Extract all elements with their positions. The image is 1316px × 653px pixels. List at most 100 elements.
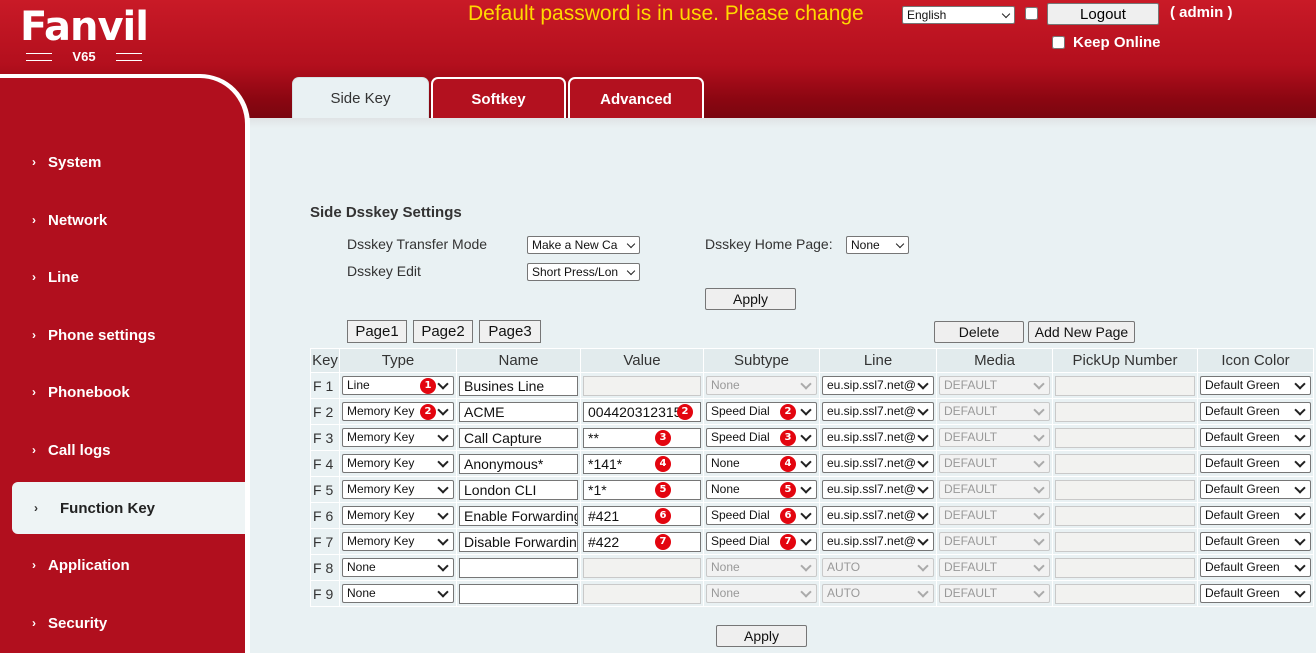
tab-softkey[interactable]: Softkey — [431, 77, 566, 118]
subtype-select[interactable]: Speed Dial — [706, 506, 817, 525]
sidebar-item-system[interactable]: › System — [0, 136, 245, 188]
pickup-input[interactable] — [1055, 375, 1195, 396]
media-select[interactable]: DEFAULT — [939, 428, 1050, 447]
dsskey-table: Key Type Name Value Subtype Line Media P… — [310, 348, 1314, 607]
top-checkbox[interactable] — [1025, 7, 1038, 20]
name-input[interactable]: London CLI — [459, 479, 578, 500]
line-select[interactable]: AUTO — [822, 558, 934, 577]
sidebar-item-network[interactable]: › Network — [0, 194, 245, 246]
name-input[interactable]: ACME — [459, 401, 578, 422]
line-select[interactable]: eu.sip.ssl7.net@ — [822, 428, 934, 447]
value-input[interactable] — [583, 557, 701, 578]
subtype-select[interactable]: Speed Dial — [706, 428, 817, 447]
value-input[interactable]: #421 — [583, 505, 701, 526]
pickup-input[interactable] — [1055, 453, 1195, 474]
apply-settings-button[interactable]: Apply — [705, 288, 796, 310]
page1-button[interactable]: Page1 — [347, 320, 407, 343]
line-select[interactable]: eu.sip.ssl7.net@ — [822, 454, 934, 473]
type-select[interactable]: Memory Key — [342, 480, 454, 499]
delete-page-button[interactable]: Delete — [934, 321, 1024, 343]
line-select[interactable]: eu.sip.ssl7.net@ — [822, 532, 934, 551]
type-select[interactable]: Memory Key — [342, 532, 454, 551]
line-select[interactable]: eu.sip.ssl7.net@ — [822, 506, 934, 525]
keep-online-checkbox[interactable] — [1052, 36, 1065, 49]
icon-color-select[interactable]: Default Green — [1200, 558, 1311, 577]
type-select[interactable]: Memory Key — [342, 454, 454, 473]
pickup-input[interactable] — [1055, 401, 1195, 422]
type-select[interactable]: Line — [342, 376, 454, 395]
name-input[interactable]: Enable Forwarding — [459, 505, 578, 526]
value-input[interactable]: #422 — [583, 531, 701, 552]
icon-color-select[interactable]: Default Green — [1200, 480, 1311, 499]
value-input[interactable] — [583, 375, 701, 396]
sidebar-item-function-key[interactable]: › Function Key — [12, 482, 245, 534]
type-select[interactable]: Memory Key — [342, 402, 454, 421]
line-select[interactable]: eu.sip.ssl7.net@ — [822, 402, 934, 421]
type-cell: None — [339, 554, 457, 581]
icon-color-select[interactable]: Default Green — [1200, 376, 1311, 395]
name-input[interactable] — [459, 583, 578, 604]
logout-button[interactable]: Logout — [1047, 3, 1159, 25]
media-select[interactable]: DEFAULT — [939, 584, 1050, 603]
type-select[interactable]: None — [342, 584, 454, 603]
subtype-select[interactable]: None — [706, 454, 817, 473]
subtype-select[interactable]: None — [706, 558, 817, 577]
name-input[interactable]: Disable Forwarding — [459, 531, 578, 552]
media-select[interactable]: DEFAULT — [939, 454, 1050, 473]
icon-color-select[interactable]: Default Green — [1200, 428, 1311, 447]
type-select[interactable]: None — [342, 558, 454, 577]
media-select[interactable]: DEFAULT — [939, 480, 1050, 499]
media-select[interactable]: DEFAULT — [939, 558, 1050, 577]
type-select[interactable]: Memory Key — [342, 506, 454, 525]
pickup-input[interactable] — [1055, 531, 1195, 552]
sidebar-item-call-logs[interactable]: › Call logs — [0, 424, 245, 476]
pickup-input[interactable] — [1055, 557, 1195, 578]
icon-color-select[interactable]: Default Green — [1200, 506, 1311, 525]
line-select[interactable]: AUTO — [822, 584, 934, 603]
line-select[interactable]: eu.sip.ssl7.net@ — [822, 480, 934, 499]
apply-table-button[interactable]: Apply — [716, 625, 807, 647]
sidebar-item-phone-settings[interactable]: › Phone settings — [0, 309, 245, 361]
media-select[interactable]: DEFAULT — [939, 506, 1050, 525]
name-input[interactable]: Call Capture — [459, 427, 578, 448]
tab-side-key[interactable]: Side Key — [292, 77, 429, 118]
media-select[interactable]: DEFAULT — [939, 402, 1050, 421]
sidebar-item-security[interactable]: › Security — [0, 597, 245, 649]
sidebar-item-line[interactable]: › Line — [0, 251, 245, 303]
subtype-select[interactable]: Speed Dial — [706, 402, 817, 421]
name-input[interactable] — [459, 557, 578, 578]
pickup-input[interactable] — [1055, 479, 1195, 500]
name-input[interactable]: Busines Line — [459, 375, 578, 396]
language-select[interactable]: English — [902, 6, 1015, 24]
value-input[interactable] — [583, 583, 701, 604]
sidebar-item-phonebook[interactable]: › Phonebook — [0, 366, 245, 418]
home-page-select[interactable]: None — [846, 236, 909, 254]
page3-button[interactable]: Page3 — [479, 320, 541, 343]
keep-online[interactable]: Keep Online — [1052, 34, 1161, 51]
icon-color-select[interactable]: Default Green — [1200, 532, 1311, 551]
dsskey-edit-select[interactable]: Short Press/Lon — [527, 263, 640, 281]
name-input[interactable]: Anonymous* — [459, 453, 578, 474]
sidebar-item-application[interactable]: › Application — [0, 539, 245, 591]
pickup-input[interactable] — [1055, 583, 1195, 604]
value-input[interactable]: ** — [583, 427, 701, 448]
value-input[interactable]: *1* — [583, 479, 701, 500]
pickup-input[interactable] — [1055, 505, 1195, 526]
tab-advanced[interactable]: Advanced — [568, 77, 704, 118]
subtype-select[interactable]: Speed Dial — [706, 532, 817, 551]
line-select[interactable]: eu.sip.ssl7.net@ — [822, 376, 934, 395]
subtype-select[interactable]: None — [706, 480, 817, 499]
subtype-select[interactable]: None — [706, 376, 817, 395]
media-select[interactable]: DEFAULT — [939, 532, 1050, 551]
add-new-page-button[interactable]: Add New Page — [1028, 321, 1135, 343]
transfer-mode-select[interactable]: Make a New Ca — [527, 236, 640, 254]
value-input[interactable]: *141* — [583, 453, 701, 474]
icon-color-select[interactable]: Default Green — [1200, 584, 1311, 603]
icon-color-select[interactable]: Default Green — [1200, 454, 1311, 473]
pickup-input[interactable] — [1055, 427, 1195, 448]
subtype-select[interactable]: None — [706, 584, 817, 603]
icon-color-select[interactable]: Default Green — [1200, 402, 1311, 421]
page2-button[interactable]: Page2 — [413, 320, 473, 343]
type-select[interactable]: Memory Key — [342, 428, 454, 447]
media-select[interactable]: DEFAULT — [939, 376, 1050, 395]
